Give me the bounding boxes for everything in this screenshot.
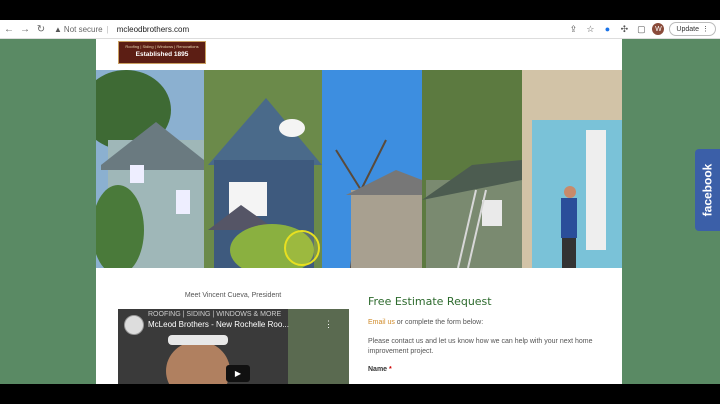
youtube-video[interactable]: McLeod Brothers - New Rochelle Roo... RO… bbox=[118, 309, 349, 384]
back-arrow-icon[interactable]: ← bbox=[2, 22, 16, 36]
window-frame bbox=[586, 130, 606, 250]
contact-instructions: Please contact us and let us know how we… bbox=[368, 338, 593, 355]
puzzle-icon[interactable]: ✣ bbox=[618, 23, 630, 35]
email-us-link[interactable]: Email us bbox=[368, 319, 395, 326]
house-2-arch-window bbox=[279, 119, 305, 137]
url-separator: | bbox=[106, 24, 109, 34]
estimate-title: Free Estimate Request bbox=[368, 295, 492, 308]
facebook-label: facebook bbox=[700, 163, 715, 217]
site-page: Roofing | Siding | Windows | Renovations… bbox=[96, 39, 622, 384]
update-label: Update bbox=[676, 25, 699, 33]
hero-image bbox=[96, 70, 622, 268]
meet-president-text: Meet Vincent Cueva, President bbox=[184, 292, 282, 299]
forward-arrow-icon[interactable]: → bbox=[18, 22, 32, 36]
extension-badge-icon[interactable]: ● bbox=[601, 23, 613, 35]
worker-body bbox=[561, 198, 577, 238]
page-viewport: Roofing | Siding | Windows | Renovations… bbox=[0, 39, 720, 384]
email-line: Email us or complete the form below: bbox=[368, 319, 483, 326]
update-button[interactable]: Update ⋮ bbox=[669, 22, 716, 36]
email-line-rest: or complete the form below: bbox=[394, 319, 484, 326]
browser-tab-strip bbox=[0, 0, 720, 20]
logo-established: Established 1895 bbox=[135, 51, 189, 58]
video-title[interactable]: McLeod Brothers - New Rochelle Roo... bbox=[148, 320, 289, 329]
address-bar[interactable]: ▲ Not secure | mcleodbrothers.com bbox=[54, 22, 524, 36]
video-menu-icon[interactable]: ⋮ bbox=[324, 319, 333, 330]
facebook-tab[interactable]: facebook bbox=[695, 149, 720, 231]
browser-toolbar: ← → ↻ ▲ Not secure | mcleodbrothers.com … bbox=[0, 20, 720, 39]
warning-icon[interactable]: ▲ bbox=[54, 25, 62, 34]
site-logo[interactable]: Roofing | Siding | Windows | Renovations… bbox=[118, 41, 206, 64]
profile-avatar[interactable]: W bbox=[652, 23, 665, 35]
kebab-menu-icon[interactable]: ⋮ bbox=[702, 25, 709, 33]
house-3-wall bbox=[351, 190, 422, 268]
play-icon: ▶ bbox=[234, 369, 242, 378]
name-label-text: Name bbox=[368, 366, 388, 373]
share-icon[interactable]: ⇪ bbox=[567, 23, 579, 35]
house-4-window bbox=[482, 200, 502, 226]
house-wrap bbox=[532, 120, 622, 268]
house-1-window bbox=[130, 165, 144, 183]
toolbar-actions: ⇪ ☆ ● ✣ ▢ W Update ⋮ bbox=[567, 22, 716, 36]
worker-legs bbox=[562, 238, 576, 268]
logo-tagline: Roofing | Siding | Windows | Renovations bbox=[125, 44, 199, 49]
worker-head bbox=[564, 186, 576, 198]
side-panel-icon[interactable]: ▢ bbox=[635, 23, 647, 35]
site-header: Roofing | Siding | Windows | Renovations… bbox=[96, 39, 622, 71]
star-icon[interactable]: ☆ bbox=[584, 23, 596, 35]
bottom-letterbox bbox=[0, 384, 720, 404]
cursor-highlight bbox=[284, 230, 320, 266]
channel-avatar[interactable] bbox=[124, 315, 144, 335]
url-text: mcleodbrothers.com bbox=[116, 24, 190, 34]
required-mark: * bbox=[389, 366, 392, 373]
security-label: Not secure bbox=[63, 24, 103, 34]
play-button[interactable]: ▶ bbox=[226, 365, 250, 382]
name-field-label: Name * bbox=[368, 366, 392, 373]
house-1-window-2 bbox=[176, 190, 190, 214]
hero-collage bbox=[96, 70, 622, 268]
reload-icon[interactable]: ↻ bbox=[34, 22, 48, 36]
video-overlay-text: ROOFING | SIDING | WINDOWS & MORE bbox=[148, 311, 282, 318]
